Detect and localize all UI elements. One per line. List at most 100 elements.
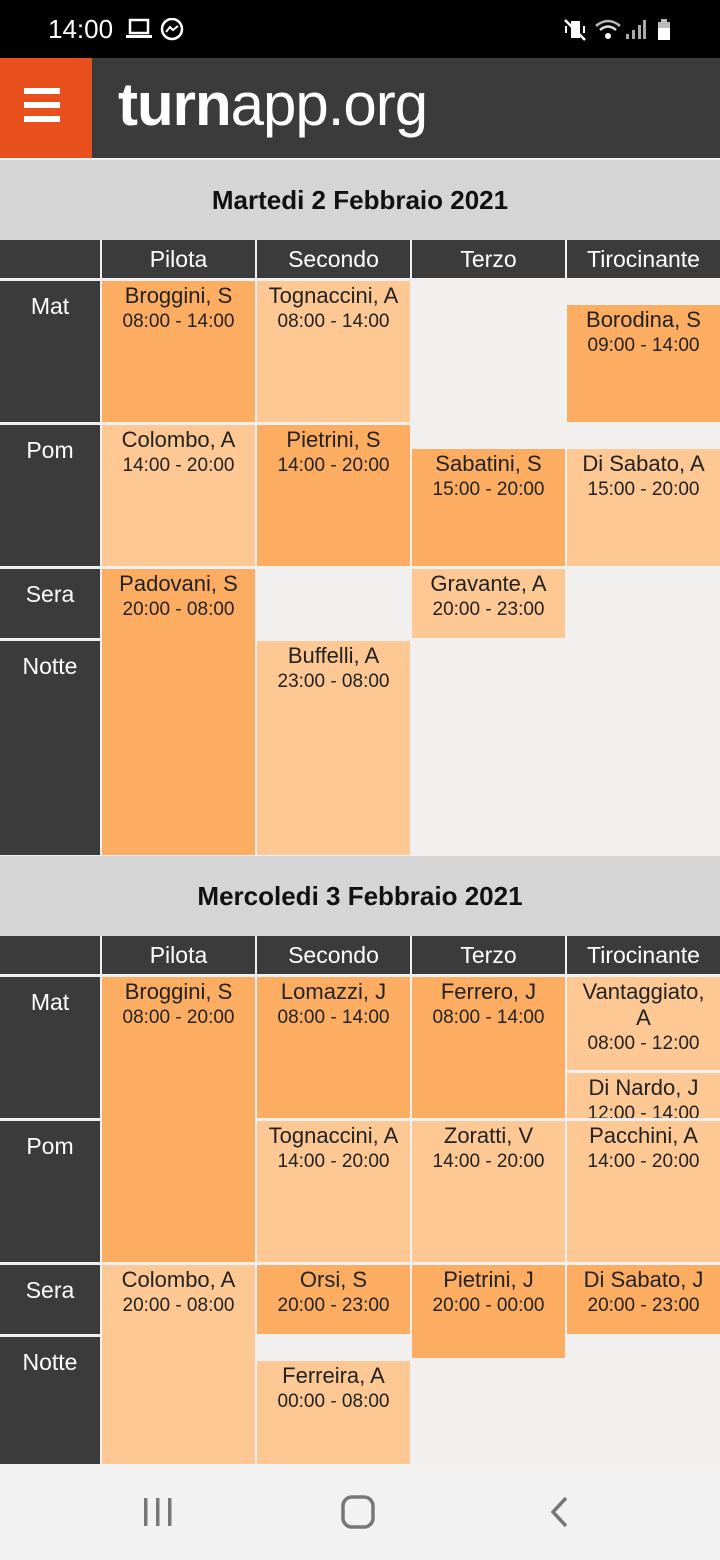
shift-name: Colombo, A xyxy=(121,1267,236,1292)
shift-name: Sabatini, S xyxy=(435,451,542,476)
shift-block[interactable]: Zoratti, V 14:00 - 20:00 xyxy=(412,1121,565,1262)
shift-block[interactable]: Tognaccini, A 14:00 - 20:00 xyxy=(257,1121,410,1262)
shift-name: Orsi, S xyxy=(299,1267,368,1292)
column-header-pilota: Pilota xyxy=(102,240,255,278)
shift-block[interactable]: Ferreira, A 00:00 - 08:00 xyxy=(257,1361,410,1464)
shift-name: Tognaccini, A xyxy=(268,1123,399,1148)
shift-name: Ferrero, J xyxy=(440,979,537,1004)
shift-block[interactable]: Pacchini, A 14:00 - 20:00 xyxy=(567,1121,720,1262)
column-header-terzo: Terzo xyxy=(412,936,565,974)
shift-block[interactable]: Tognaccini, A 08:00 - 14:00 xyxy=(257,281,410,422)
shift-name: Broggini, S xyxy=(124,979,233,1004)
shift-time: 20:00 - 23:00 xyxy=(587,1295,700,1316)
shift-block[interactable]: Colombo, A 20:00 - 08:00 xyxy=(102,1265,255,1464)
laptop-icon xyxy=(126,18,152,38)
empty-cell xyxy=(567,281,720,303)
column-header-secondo: Secondo xyxy=(257,936,410,974)
shift-name: Pietrini, J xyxy=(443,1267,534,1292)
shift-name: Colombo, A xyxy=(121,427,236,452)
shift-name: Di Nardo, J xyxy=(588,1075,699,1100)
shift-name: Pacchini, A xyxy=(589,1123,698,1148)
row-header-notte: Notte xyxy=(0,641,100,855)
row-header-mat: Mat xyxy=(0,977,100,1118)
shift-block[interactable]: Di Sabato, J 20:00 - 23:00 xyxy=(567,1265,720,1334)
shift-block[interactable]: Broggini, S 08:00 - 14:00 xyxy=(102,281,255,422)
shift-name: Di Sabato, A xyxy=(582,451,705,476)
corner-cell xyxy=(0,936,100,974)
shift-time: 08:00 - 14:00 xyxy=(432,1007,545,1028)
column-header-terzo: Terzo xyxy=(412,240,565,278)
shift-time: 20:00 - 23:00 xyxy=(432,599,545,620)
shift-name: Padovani, S xyxy=(119,571,238,596)
shift-name: Pietrini, S xyxy=(286,427,381,452)
day-date: Martedi 2 Febbraio 2021 xyxy=(0,160,720,240)
shift-name: Vantaggiato, A xyxy=(582,979,705,1030)
shift-time: 08:00 - 20:00 xyxy=(122,1007,235,1028)
vibrate-mute-icon xyxy=(564,19,586,41)
recent-apps-icon[interactable] xyxy=(138,1494,178,1530)
shift-time: 09:00 - 14:00 xyxy=(587,335,700,356)
shift-block[interactable]: Di Sabato, A 15:00 - 20:00 xyxy=(567,449,720,566)
shift-name: Buffelli, A xyxy=(287,643,380,668)
shift-time: 14:00 - 20:00 xyxy=(432,1151,545,1172)
shift-block[interactable]: Colombo, A 14:00 - 20:00 xyxy=(102,425,255,566)
shift-time: 00:00 - 08:00 xyxy=(277,1391,390,1412)
wifi-icon xyxy=(595,19,621,39)
empty-cell xyxy=(412,425,565,447)
shift-block[interactable]: Broggini, S 08:00 - 20:00 xyxy=(102,977,255,1262)
menu-button[interactable] xyxy=(0,58,92,158)
shift-time: 20:00 - 00:00 xyxy=(432,1295,545,1316)
shift-block[interactable]: Pietrini, J 20:00 - 00:00 xyxy=(412,1265,565,1358)
shift-block[interactable]: Gravante, A 20:00 - 23:00 xyxy=(412,569,565,638)
system-nav-bar xyxy=(0,1464,720,1560)
shift-time: 14:00 - 20:00 xyxy=(277,1151,390,1172)
shift-time: 14:00 - 20:00 xyxy=(587,1151,700,1172)
shift-time: 20:00 - 08:00 xyxy=(122,599,235,620)
row-header-sera: Sera xyxy=(0,569,100,638)
row-header-notte: Notte xyxy=(0,1337,100,1464)
shift-time: 20:00 - 08:00 xyxy=(122,1295,235,1316)
empty-cell xyxy=(567,569,720,638)
shift-time: 20:00 - 23:00 xyxy=(277,1295,390,1316)
shift-name: Borodina, S xyxy=(586,307,701,332)
app-header: turnapp.org xyxy=(0,58,720,158)
shift-block[interactable]: Lomazzi, J 08:00 - 14:00 xyxy=(257,977,410,1118)
shift-block[interactable]: Ferrero, J 08:00 - 14:00 xyxy=(412,977,565,1118)
day-date: Mercoledi 3 Febbraio 2021 xyxy=(0,856,720,936)
row-header-mat: Mat xyxy=(0,281,100,422)
shift-name: Lomazzi, J xyxy=(280,979,387,1004)
empty-cell xyxy=(567,641,720,855)
app-logo[interactable]: turnapp.org xyxy=(118,70,428,140)
shift-block[interactable]: Pietrini, S 14:00 - 20:00 xyxy=(257,425,410,566)
row-header-pom: Pom xyxy=(0,425,100,566)
battery-icon xyxy=(658,19,670,40)
shift-name: Zoratti, V xyxy=(443,1123,534,1148)
shift-block[interactable]: Vantaggiato, A 08:00 - 12:00 xyxy=(567,977,720,1070)
shift-block[interactable]: Padovani, S 20:00 - 08:00 xyxy=(102,569,255,855)
empty-cell xyxy=(567,425,720,447)
back-icon[interactable] xyxy=(546,1494,576,1530)
shift-time: 15:00 - 20:00 xyxy=(432,479,545,500)
column-header-tirocinante: Tirocinante xyxy=(567,936,720,974)
home-icon[interactable] xyxy=(340,1494,376,1530)
shift-block[interactable]: Di Nardo, J 12:00 - 14:00 xyxy=(567,1073,720,1118)
shift-block[interactable]: Orsi, S 20:00 - 23:00 xyxy=(257,1265,410,1334)
empty-cell xyxy=(257,569,410,638)
status-bar: 14:00 xyxy=(0,0,720,58)
shift-block[interactable]: Sabatini, S 15:00 - 20:00 xyxy=(412,449,565,566)
signal-icon xyxy=(626,20,646,39)
shift-time: 08:00 - 14:00 xyxy=(122,311,235,332)
empty-cell xyxy=(257,1337,410,1359)
shift-block[interactable]: Borodina, S 09:00 - 14:00 xyxy=(567,305,720,422)
shift-time: 08:00 - 14:00 xyxy=(277,311,390,332)
row-header-pom: Pom xyxy=(0,1121,100,1262)
shift-name: Ferreira, A xyxy=(282,1363,385,1388)
shift-time: 12:00 - 14:00 xyxy=(587,1103,700,1118)
empty-cell xyxy=(412,281,565,422)
column-header-pilota: Pilota xyxy=(102,936,255,974)
shift-block[interactable]: Buffelli, A 23:00 - 08:00 xyxy=(257,641,410,855)
shift-time: 14:00 - 20:00 xyxy=(277,455,390,476)
shift-time: 15:00 - 20:00 xyxy=(587,479,700,500)
status-time: 14:00 xyxy=(48,14,114,44)
hamburger-icon xyxy=(24,88,60,94)
